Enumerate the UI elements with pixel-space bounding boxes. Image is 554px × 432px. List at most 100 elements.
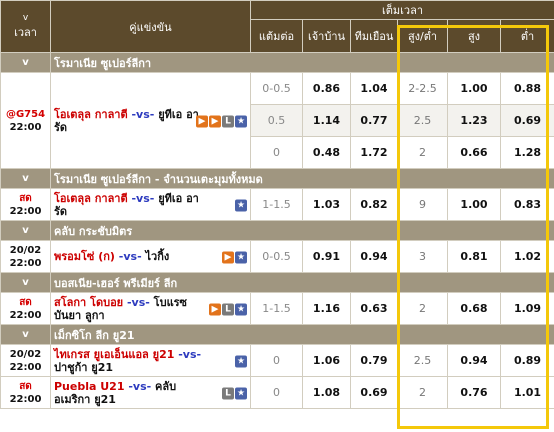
home-team[interactable]: Puebla U21 [54, 380, 125, 393]
match-teams[interactable]: สโลกา โดบอย -vs- โบแรซ บันยา ลูกา ▶ L ★ [50, 292, 251, 325]
odds-row: @G754 22:00 โอเตลุล กาลาตี -vs- ยูทีเอ อ… [0, 72, 554, 169]
league-row[interactable]: v โรมาเนีย ซูเปอร์ลีกา [0, 52, 554, 73]
over-odds[interactable]: 0.66 [447, 136, 501, 169]
time-header[interactable]: v เวลา [0, 0, 51, 53]
league-row[interactable]: v เม็กซิโก ลีก ยู21 [0, 324, 554, 345]
home-odds[interactable]: 1.16 [302, 292, 351, 325]
over-odds[interactable]: 1.00 [447, 72, 501, 105]
under-odds[interactable]: 1.09 [499, 292, 554, 325]
home-odds[interactable]: 1.06 [302, 344, 351, 377]
favorite-star-icon[interactable]: ★ [235, 199, 247, 211]
away-odds[interactable]: 0.63 [350, 292, 398, 325]
vs-separator: -vs- [131, 191, 155, 205]
home-odds[interactable]: 0.48 [302, 136, 351, 169]
away-odds[interactable]: 0.69 [350, 376, 398, 409]
league-collapse-chevron-icon[interactable]: v [0, 272, 51, 293]
kickoff-time: 22:00 [9, 393, 42, 405]
match-time: สด 22:00 [0, 376, 51, 409]
over-odds[interactable]: 1.23 [447, 104, 501, 137]
odds-row: สด 22:00 สโลกา โดบอย -vs- โบแรซ บันยา ลู… [0, 292, 554, 325]
home-team[interactable]: ไทเกรส ยูเอเอ็นแอล ยู21 [54, 348, 174, 361]
favorite-star-icon[interactable]: ★ [235, 251, 247, 263]
away-odds[interactable]: 0.79 [350, 344, 398, 377]
under-odds[interactable]: 0.88 [499, 72, 554, 105]
favorite-star-icon[interactable]: ★ [235, 355, 247, 367]
under-odds[interactable]: 0.83 [499, 188, 554, 221]
match-teams[interactable]: พรอมโซ่ (ก) -vs- ไวกิ้ง ▶ ★ [50, 240, 251, 273]
favorite-star-icon[interactable]: ★ [235, 303, 247, 315]
league-name[interactable]: บอสเนีย-เฮอร์ พรีเมียร์ ลีก [49, 272, 554, 293]
home-odds[interactable]: 1.03 [302, 188, 351, 221]
over-odds[interactable]: 0.68 [447, 292, 501, 325]
away-odds[interactable]: 0.94 [350, 240, 398, 273]
odds-table: v เวลา คู่แข่งขัน เต็มเวลา แต้มต่อ เจ้าบ… [0, 0, 554, 409]
over-odds[interactable]: 1.00 [447, 188, 501, 221]
league-collapse-chevron-icon[interactable]: v [0, 168, 51, 189]
home-odds-header: เจ้าบ้าน [302, 19, 351, 53]
match-time: @G754 22:00 [0, 72, 51, 169]
collapse-all-chevron-icon[interactable]: v [1, 13, 50, 23]
home-odds[interactable]: 1.14 [302, 104, 351, 137]
league-name[interactable]: โรมาเนีย ซูเปอร์ลีกา [49, 52, 554, 73]
match-teams[interactable]: โอเตลุล กาลาตี -vs- ยูทีเอ อารัด ★ [50, 188, 251, 221]
away-team[interactable]: ไวกิ้ง [145, 250, 169, 263]
lineup-icon[interactable]: L [222, 303, 234, 315]
kickoff-time: 22:00 [9, 257, 42, 269]
away-odds[interactable]: 1.72 [350, 136, 398, 169]
home-team[interactable]: สโลกา โดบอย [54, 296, 123, 309]
handicap-value: 0 [250, 344, 303, 377]
under-odds[interactable]: 1.02 [499, 240, 554, 273]
lineup-icon[interactable]: L [222, 115, 234, 127]
over-odds[interactable]: 0.94 [447, 344, 501, 377]
under-odds[interactable]: 1.01 [499, 376, 554, 409]
away-odds-header: ทีมเยือน [350, 19, 398, 53]
kickoff-time: 22:00 [9, 205, 42, 217]
league-name[interactable]: คลับ กระชับมิตร [49, 220, 554, 241]
home-team[interactable]: โอเตลุล กาลาตี [54, 108, 128, 121]
kickoff-time: 22:00 [9, 309, 42, 321]
league-collapse-chevron-icon[interactable]: v [0, 324, 51, 345]
league-collapse-chevron-icon[interactable]: v [0, 52, 51, 73]
away-team[interactable]: ปาชูก้า ยู21 [54, 361, 113, 374]
away-odds[interactable]: 0.82 [350, 188, 398, 221]
league-name[interactable]: เม็กซิโก ลีก ยู21 [49, 324, 554, 345]
handicap-value: 0.5 [250, 104, 303, 137]
kickoff-time: 22:00 [9, 361, 42, 373]
away-odds[interactable]: 0.77 [350, 104, 398, 137]
under-odds[interactable]: 0.89 [499, 344, 554, 377]
match-icons: ▶ L ★ [208, 302, 247, 315]
home-team[interactable]: โอเตลุล กาลาตี [54, 192, 128, 205]
league-row[interactable]: v บอสเนีย-เฮอร์ พรีเมียร์ ลีก [0, 272, 554, 293]
match-icons: ▶ ▶ L ★ [195, 114, 247, 127]
home-team[interactable]: พรอมโซ่ (ก) [54, 250, 115, 263]
match-time: สด 22:00 [0, 188, 51, 221]
odds-row: สด 22:00 Puebla U21 -vs- คลับ อเมริกา ยู… [0, 376, 554, 409]
tv-icon[interactable]: ▶ [209, 115, 221, 127]
match-teams[interactable]: โอเตลุล กาลาตี -vs- ยูทีเอ อารัด ▶ ▶ L ★ [50, 72, 251, 169]
match-status: สด [19, 296, 32, 308]
tv-icon[interactable]: ▶ [196, 115, 208, 127]
home-odds[interactable]: 1.08 [302, 376, 351, 409]
over-odds[interactable]: 0.81 [447, 240, 501, 273]
over-odds[interactable]: 0.76 [447, 376, 501, 409]
league-name[interactable]: โรมาเนีย ซูเปอร์ลีกา - จำนวนเตะมุมทั้งหม… [49, 168, 554, 189]
match-teams[interactable]: Puebla U21 -vs- คลับ อเมริกา ยู21 L ★ [50, 376, 251, 409]
under-odds[interactable]: 1.28 [499, 136, 554, 169]
league-collapse-chevron-icon[interactable]: v [0, 220, 51, 241]
match-teams[interactable]: ไทเกรส ยูเอเอ็นแอล ยู21 -vs- ปาชูก้า ยู2… [50, 344, 251, 377]
favorite-star-icon[interactable]: ★ [235, 387, 247, 399]
under-odds[interactable]: 0.69 [499, 104, 554, 137]
match-icons: ▶ ★ [221, 250, 247, 263]
lineup-icon[interactable]: L [222, 387, 234, 399]
league-row[interactable]: v โรมาเนีย ซูเปอร์ลีกา - จำนวนเตะมุมทั้ง… [0, 168, 554, 189]
home-odds[interactable]: 0.86 [302, 72, 351, 105]
match-status: สด [19, 380, 32, 392]
favorite-star-icon[interactable]: ★ [235, 115, 247, 127]
tv-icon[interactable]: ▶ [209, 303, 221, 315]
tv-icon[interactable]: ▶ [222, 251, 234, 263]
away-odds[interactable]: 1.04 [350, 72, 398, 105]
match-status: @G754 [5, 108, 46, 120]
over-under-line: 2 [397, 376, 448, 409]
home-odds[interactable]: 0.91 [302, 240, 351, 273]
league-row[interactable]: v คลับ กระชับมิตร [0, 220, 554, 241]
